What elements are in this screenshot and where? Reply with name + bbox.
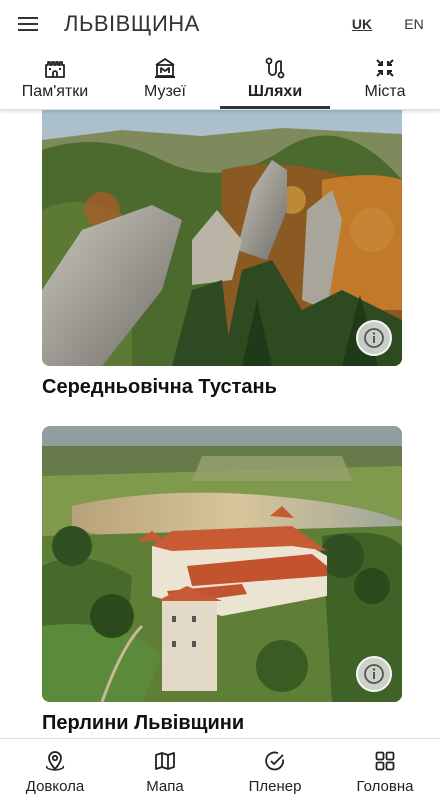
location-around-icon bbox=[45, 751, 65, 771]
category-tabs: Пам'ятки Музеї Шляхи Міста bbox=[0, 48, 440, 110]
nav-dovkola[interactable]: Довкола bbox=[0, 739, 110, 800]
tab-label: Пам'ятки bbox=[21, 83, 89, 100]
info-button[interactable] bbox=[356, 656, 392, 692]
check-circle-icon bbox=[265, 751, 284, 771]
info-button[interactable] bbox=[356, 320, 392, 356]
nav-plener[interactable]: Пленер bbox=[220, 739, 330, 800]
route-card[interactable]: Перлини Львівщини bbox=[42, 426, 402, 735]
routes-list[interactable]: Середньовічна Тустань Перлини Львівщини bbox=[0, 110, 440, 738]
info-icon bbox=[364, 328, 384, 348]
tab-muzei[interactable]: Музеї bbox=[110, 48, 220, 109]
tab-mista[interactable]: Міста bbox=[330, 48, 440, 109]
route-title[interactable]: Середньовічна Тустань bbox=[42, 376, 402, 399]
nav-label: Пленер bbox=[248, 778, 302, 795]
tab-label: Музеї bbox=[143, 83, 186, 100]
language-en-button[interactable]: EN bbox=[388, 16, 440, 32]
tab-label: Шляхи bbox=[247, 83, 303, 100]
hamburger-menu-icon bbox=[18, 17, 38, 31]
language-uk-button[interactable]: UK bbox=[336, 16, 388, 32]
castle-lake-aerial-photo[interactable] bbox=[42, 426, 402, 702]
route-image bbox=[42, 426, 402, 702]
map-icon bbox=[155, 752, 175, 770]
app-title: ЛЬВІВЩИНА bbox=[64, 11, 200, 36]
collapse-arrows-icon bbox=[376, 59, 394, 77]
route-card[interactable]: Середньовічна Тустань bbox=[42, 110, 402, 399]
nav-label: Довкола bbox=[25, 778, 85, 795]
info-icon bbox=[364, 664, 384, 684]
tab-pamyatky[interactable]: Пам'ятки bbox=[0, 48, 110, 109]
grid-icon bbox=[375, 751, 395, 771]
route-title[interactable]: Перлини Львівщини bbox=[42, 712, 402, 735]
route-icon bbox=[265, 57, 285, 79]
nav-label: Мапа bbox=[146, 778, 184, 795]
tab-label: Міста bbox=[364, 83, 406, 100]
museum-icon bbox=[155, 58, 175, 78]
app-bar: ЛЬВІВЩИНА UK EN bbox=[0, 0, 440, 48]
menu-button[interactable] bbox=[0, 0, 56, 48]
bottom-navigation: Довкола Мапа Пленер Головна bbox=[0, 738, 440, 800]
castle-icon bbox=[45, 61, 65, 78]
route-image bbox=[42, 110, 402, 366]
rock-cliffs-autumn-forest-photo[interactable] bbox=[42, 110, 402, 366]
tab-shlyakhy[interactable]: Шляхи bbox=[220, 48, 330, 109]
nav-golovna[interactable]: Головна bbox=[330, 739, 440, 800]
nav-mapa[interactable]: Мапа bbox=[110, 739, 220, 800]
nav-label: Головна bbox=[356, 778, 414, 795]
